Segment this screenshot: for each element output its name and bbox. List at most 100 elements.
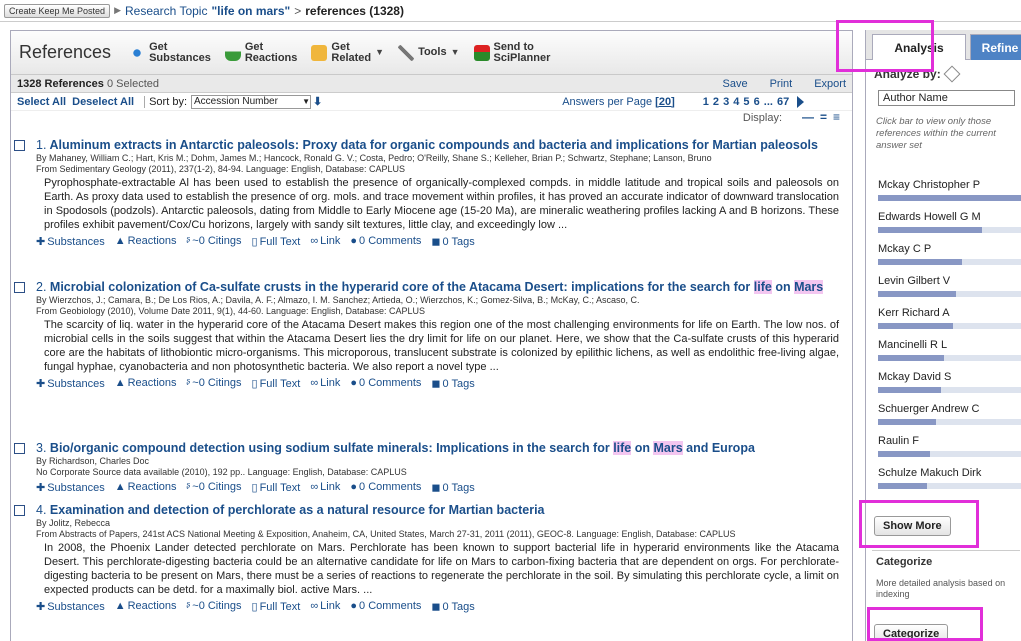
fulltext-link[interactable]: ▯ Full Text: [252, 481, 301, 494]
get-substances-button[interactable]: Get Substances: [129, 41, 211, 64]
author-bar-fill: [878, 291, 956, 297]
chain-link-icon: ∞: [310, 481, 319, 493]
get-related-button[interactable]: Get Related ▼: [311, 41, 384, 64]
breadcrumb-arrow-icon: ▶: [114, 5, 121, 15]
author-bar-track[interactable]: [878, 323, 1021, 329]
substances-link[interactable]: ✚ Substances: [36, 600, 105, 613]
link-link[interactable]: ∞ Link: [310, 481, 340, 494]
result-number: 2.: [36, 280, 47, 294]
reactions-link[interactable]: ▲ Reactions: [115, 481, 177, 494]
result-title-text[interactable]: on: [772, 280, 794, 294]
substances-link[interactable]: ✚ Substances: [36, 235, 105, 248]
citings-link[interactable]: ᶳ ~0 Citings: [187, 377, 242, 390]
reactions-link[interactable]: ▲ Reactions: [115, 600, 177, 613]
author-bar-item[interactable]: Mancinelli R L: [878, 338, 1021, 361]
export-link[interactable]: Export: [814, 78, 846, 90]
link-link[interactable]: ∞ Link: [310, 600, 340, 613]
link-link[interactable]: ∞ Link: [310, 377, 340, 390]
create-keep-me-posted-button[interactable]: Create Keep Me Posted: [4, 3, 111, 18]
tab-refine[interactable]: Refine: [970, 34, 1021, 60]
result-title-text[interactable]: and Europa: [683, 441, 755, 455]
author-bar-item[interactable]: Raulin F: [878, 434, 1021, 457]
breadcrumb-topic-prefix[interactable]: Research Topic: [125, 4, 208, 18]
result-authors: By Jolitz, Rebecca: [36, 518, 111, 528]
author-bar-item[interactable]: Mckay Christopher P: [878, 178, 1021, 201]
tags-link[interactable]: ◼ 0 Tags: [431, 600, 474, 613]
author-bar-track[interactable]: [878, 259, 1021, 265]
result-checkbox[interactable]: [14, 282, 25, 293]
sort-select[interactable]: Accession Number ▼: [191, 94, 311, 109]
comments-link[interactable]: ● 0 Comments: [350, 600, 421, 613]
author-bar-item[interactable]: Mckay David S: [878, 370, 1021, 393]
author-bar-track[interactable]: [878, 451, 1021, 457]
author-bar-item[interactable]: Edwards Howell G M: [878, 210, 1021, 233]
result-title[interactable]: 3. Bio/organic compound detection using …: [36, 441, 839, 456]
get-reactions-button[interactable]: Get Reactions: [224, 41, 297, 64]
result-title-text[interactable]: Microbial colonization of Ca-sulfate cru…: [50, 280, 754, 294]
send-to-sciplanner-button[interactable]: Send to SciPlanner: [473, 41, 550, 64]
highlighted-term[interactable]: life: [613, 441, 632, 455]
author-bar-track[interactable]: [878, 195, 1021, 201]
analyze-by-select[interactable]: Author Name: [878, 90, 1015, 106]
result-checkbox[interactable]: [14, 443, 25, 454]
author-bar-item[interactable]: Schuerger Andrew C: [878, 402, 1021, 425]
sort-direction-icon[interactable]: ⬇: [313, 95, 322, 108]
result-checkbox[interactable]: [14, 505, 25, 516]
author-bar-item[interactable]: Mckay C P: [878, 242, 1021, 265]
result-title-text[interactable]: Bio/organic compound detection using sod…: [50, 441, 613, 455]
document-icon: ▯: [251, 601, 258, 613]
fulltext-link[interactable]: ▯ Full Text: [252, 600, 301, 613]
citings-link[interactable]: ᶳ ~0 Citings: [187, 235, 242, 248]
tags-link[interactable]: ◼ 0 Tags: [431, 235, 474, 248]
highlighted-term[interactable]: life: [753, 280, 772, 294]
citings-link[interactable]: ᶳ ~0 Citings: [187, 481, 242, 494]
save-link[interactable]: Save: [723, 78, 748, 90]
result-title-text[interactable]: on: [631, 441, 653, 455]
citings-link[interactable]: ᶳ ~0 Citings: [187, 600, 242, 613]
author-bar-track[interactable]: [878, 227, 1021, 233]
answers-per-page-value[interactable]: [20]: [655, 96, 675, 108]
comments-link[interactable]: ● 0 Comments: [350, 235, 421, 248]
highlighted-term[interactable]: Mars: [653, 441, 683, 455]
info-icon[interactable]: [943, 65, 961, 83]
author-bar-item[interactable]: Kerr Richard A: [878, 306, 1021, 329]
result-title-text[interactable]: Examination and detection of perchlorate…: [50, 503, 545, 517]
author-bar-fill: [878, 483, 927, 489]
author-bar-track[interactable]: [878, 355, 1021, 361]
breadcrumb-topic[interactable]: "life on mars": [211, 4, 290, 18]
comment-icon: ●: [350, 600, 358, 612]
next-page-icon[interactable]: [797, 95, 805, 108]
author-bar-track[interactable]: [878, 291, 1021, 297]
link-link-label: Link: [320, 600, 341, 612]
comments-link[interactable]: ● 0 Comments: [350, 377, 421, 390]
link-link-label: Link: [320, 481, 341, 493]
reactions-link[interactable]: ▲ Reactions: [115, 377, 177, 390]
substances-link[interactable]: ✚ Substances: [36, 481, 105, 494]
highlighted-term[interactable]: Mars: [794, 280, 824, 294]
result-title[interactable]: 1. Aluminum extracts in Antarctic paleos…: [36, 138, 839, 153]
tags-link[interactable]: ◼ 0 Tags: [431, 377, 474, 390]
author-bar-item[interactable]: Schulze Makuch Dirk: [878, 466, 1021, 489]
print-link[interactable]: Print: [770, 78, 793, 90]
tags-link[interactable]: ◼ 0 Tags: [431, 481, 474, 494]
link-link[interactable]: ∞ Link: [310, 235, 340, 248]
reactions-flask-icon: [224, 44, 241, 61]
result-title[interactable]: 4. Examination and detection of perchlor…: [36, 503, 839, 518]
pagination[interactable]: 1 2 3 4 5 6 ... 67: [703, 96, 790, 108]
author-bar-track[interactable]: [878, 387, 1021, 393]
reactions-link[interactable]: ▲ Reactions: [115, 235, 177, 248]
comments-link[interactable]: ● 0 Comments: [350, 481, 421, 494]
substances-link[interactable]: ✚ Substances: [36, 377, 105, 390]
result-checkbox[interactable]: [14, 140, 25, 151]
author-bar-track[interactable]: [878, 483, 1021, 489]
result-title[interactable]: 2. Microbial colonization of Ca-sulfate …: [36, 280, 839, 295]
author-bar-track[interactable]: [878, 419, 1021, 425]
tools-button[interactable]: Tools ▼: [398, 44, 460, 61]
select-all-link[interactable]: Select All: [17, 96, 66, 108]
fulltext-link[interactable]: ▯ Full Text: [252, 377, 301, 390]
display-density-icons[interactable]: —=≡: [802, 110, 846, 124]
author-bar-item[interactable]: Levin Gilbert V: [878, 274, 1021, 297]
fulltext-link[interactable]: ▯ Full Text: [252, 235, 301, 248]
result-title-text[interactable]: Aluminum extracts in Antarctic paleosols…: [49, 138, 817, 152]
deselect-all-link[interactable]: Deselect All: [72, 96, 134, 108]
